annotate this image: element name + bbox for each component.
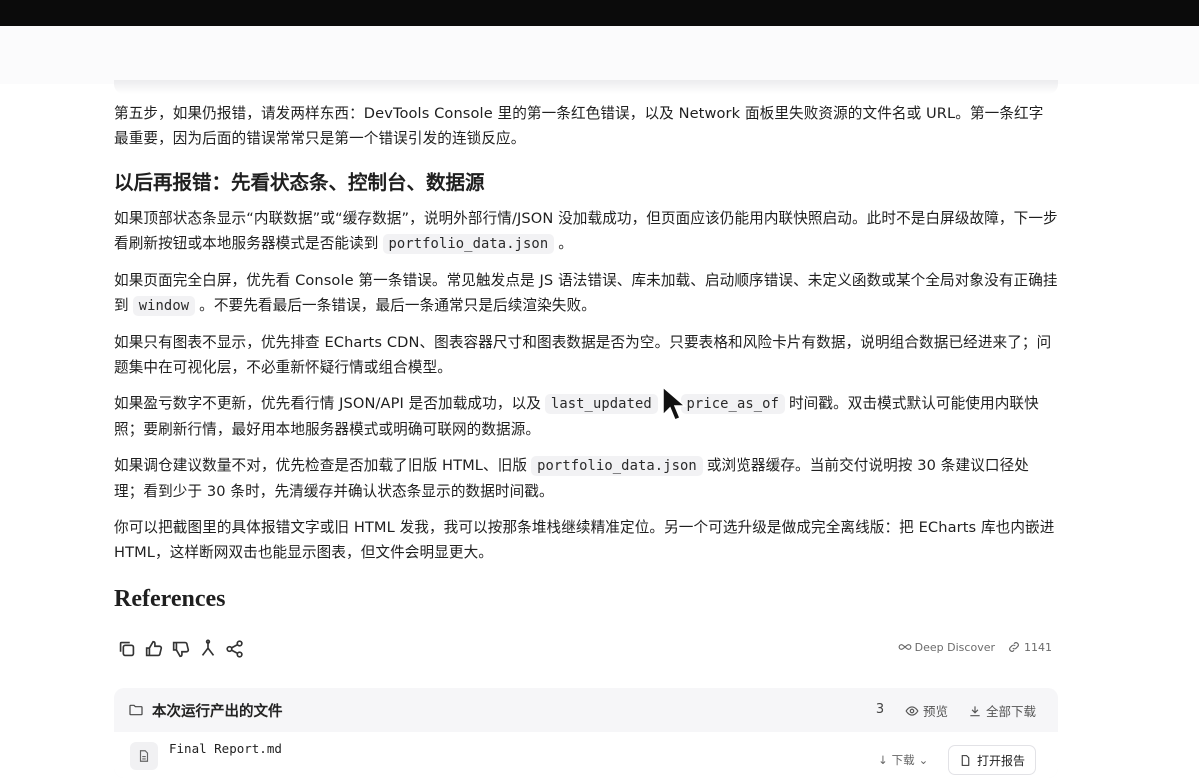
paragraph-chart: 如果只有图表不显示，优先排查 ECharts CDN、图表容器尺寸和图表数据是否… [114, 334, 1052, 376]
folder-icon [129, 704, 143, 716]
mouse-cursor-icon [662, 385, 688, 421]
paragraph-rebalance: 如果调仓建议数量不对，优先检查是否加载了旧版 HTML、旧版 portfolio_… [114, 453, 1058, 504]
app-header [0, 26, 1199, 84]
text: 如果顶部状态条显示“内联数据”或“缓存数据”，说明外部行情/JSON 没加载成功… [114, 210, 1058, 252]
download-icon [970, 705, 980, 716]
file-download-label: 下载 [891, 753, 915, 767]
paragraph-pnl: 如果盈亏数字不更新，优先看行情 JSON/API 是否加载成功，以及 last_u… [114, 391, 1058, 442]
inline-code: price_as_of [680, 394, 785, 414]
chevron-down-icon: ⌄ [918, 753, 929, 767]
scroll-shadow [114, 80, 1058, 94]
file-name: Final Report.md [169, 741, 282, 756]
copy-icon[interactable] [116, 638, 138, 660]
preview-label: 预览 [923, 704, 949, 719]
paragraph-white-screen: 如果页面完全白屏，优先看 Console 第一条错误。常见触发点是 JS 语法错… [114, 268, 1058, 319]
thumbs-down-icon[interactable] [170, 638, 192, 660]
message-content: 第五步，如果仍报错，请发两样东西：DevTools Console 里的第一条红… [114, 101, 1058, 615]
share-icon[interactable] [224, 638, 246, 660]
paragraph-step5: 第五步，如果仍报错，请发两样东西：DevTools Console 里的第一条红… [114, 105, 1044, 147]
paragraph-status-bar: 如果顶部状态条显示“内联数据”或“缓存数据”，说明外部行情/JSON 没加载成功… [114, 206, 1058, 257]
file-icon [130, 742, 158, 770]
download-all-button[interactable]: 全部下载 [968, 701, 1036, 720]
open-report-label: 打开报告 [977, 753, 1026, 768]
thumbs-up-icon[interactable] [143, 638, 165, 660]
files-header: 本次运行产出的文件 3 预览 全部下载 [114, 688, 1058, 732]
text: 。 [558, 235, 573, 252]
link-icon [1009, 642, 1019, 652]
link-count-value: 1141 [1024, 640, 1052, 654]
files-title: 本次运行产出的文件 [152, 704, 283, 720]
download-all-label: 全部下载 [986, 704, 1037, 719]
inline-code: last_updated [544, 394, 658, 414]
open-report-button[interactable]: 打开报告 [948, 745, 1037, 775]
window-top-bar [0, 0, 1199, 26]
file-download-button[interactable]: ↓ 下载 ⌄ [878, 752, 928, 768]
files-count-badge: 3 [875, 702, 885, 717]
link-count[interactable]: 1141 [1007, 640, 1052, 654]
references-heading: References [114, 586, 226, 612]
document-icon [961, 754, 970, 766]
text: 如果调仓建议数量不对，优先检查是否加载了旧版 HTML、旧版 [114, 457, 528, 474]
paragraph-next-step: 你可以把截图里的具体报错文字或旧 HTML 发我，我可以按那条堆栈继续精准定位。… [114, 519, 1055, 561]
download-arrow-icon: ↓ [878, 753, 888, 767]
inline-code: portfolio_data.json [531, 456, 703, 476]
message-actions: Deep Discover 1141 [114, 636, 1058, 664]
eye-icon [905, 705, 919, 716]
file-row[interactable]: Final Report.md ↓ 下载 ⌄ 打开报告 [114, 732, 1058, 778]
output-files-panel: 本次运行产出的文件 3 预览 全部下载 Final Report.md ↓ 下载… [114, 688, 1058, 778]
text: 如果盈亏数字不更新，优先看行情 JSON/API 是否加载成功，以及 [114, 395, 541, 412]
infinity-icon [898, 644, 912, 650]
deep-discover[interactable]: Deep Discover [898, 640, 995, 654]
branch-icon[interactable] [197, 638, 219, 660]
section-heading: 以后再报错：先看状态条、控制台、数据源 [114, 171, 485, 194]
inline-code: portfolio_data.json [382, 234, 555, 254]
message-meta: Deep Discover 1141 [898, 640, 1052, 654]
inline-code: window [132, 296, 196, 316]
preview-button[interactable]: 预览 [905, 701, 948, 720]
deep-discover-label: Deep Discover [914, 640, 995, 654]
text: 。不要先看最后一条错误，最后一条通常只是后续渲染失败。 [199, 297, 596, 314]
